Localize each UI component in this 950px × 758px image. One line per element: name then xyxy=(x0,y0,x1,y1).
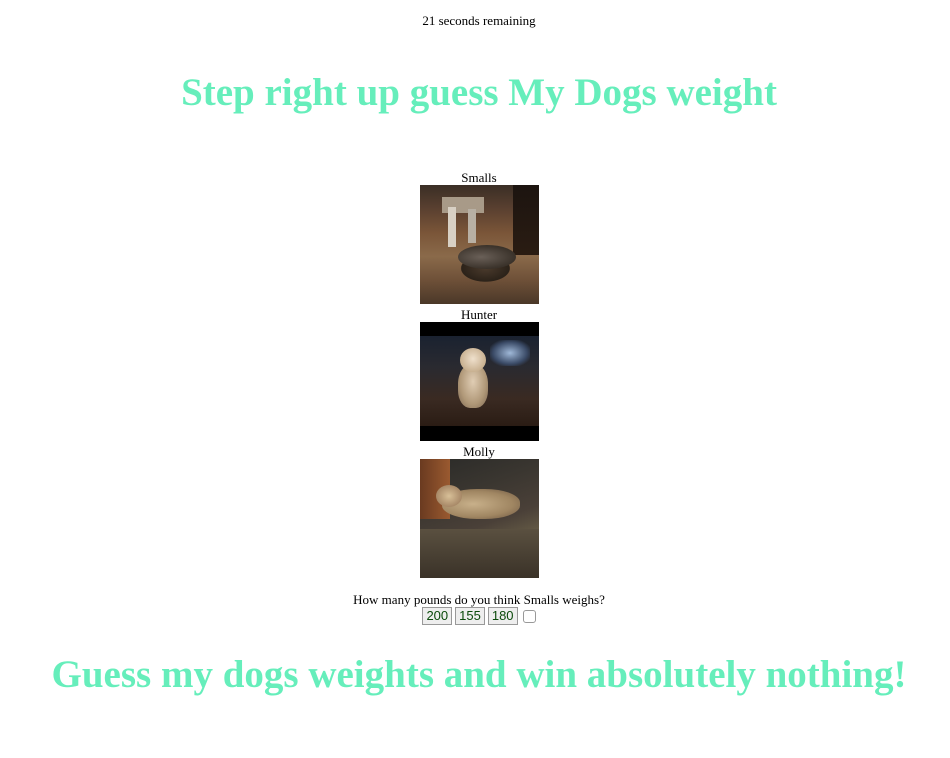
answer-button-180[interactable]: 180 xyxy=(487,607,518,625)
dog-photo-hunter xyxy=(419,322,539,441)
dog-name-label: Hunter xyxy=(460,307,498,322)
tagline: Guess my dogs weights and win absolutely… xyxy=(51,653,907,696)
dog-name-label: Smalls xyxy=(461,170,497,185)
dog-card-hunter: Hunter xyxy=(419,307,539,441)
page-title: Step right up guess My Dogs weight xyxy=(181,71,777,114)
dog-gallery: Smalls Hunter Molly xyxy=(0,171,950,582)
dog-card-molly: Molly xyxy=(419,444,539,578)
dog-card-smalls: Smalls xyxy=(419,170,539,304)
answer-checkbox[interactable] xyxy=(522,609,536,623)
countdown-timer: 21 seconds remaining xyxy=(422,13,536,28)
answer-options: 200 155 180 xyxy=(0,607,950,625)
dog-name-label: Molly xyxy=(463,444,495,459)
dog-photo-smalls xyxy=(419,185,539,304)
dog-photo-molly xyxy=(419,459,539,578)
weight-question: How many pounds do you think Smalls weig… xyxy=(353,592,605,607)
answer-button-200[interactable]: 200 xyxy=(422,607,453,625)
answer-button-155[interactable]: 155 xyxy=(455,607,485,625)
